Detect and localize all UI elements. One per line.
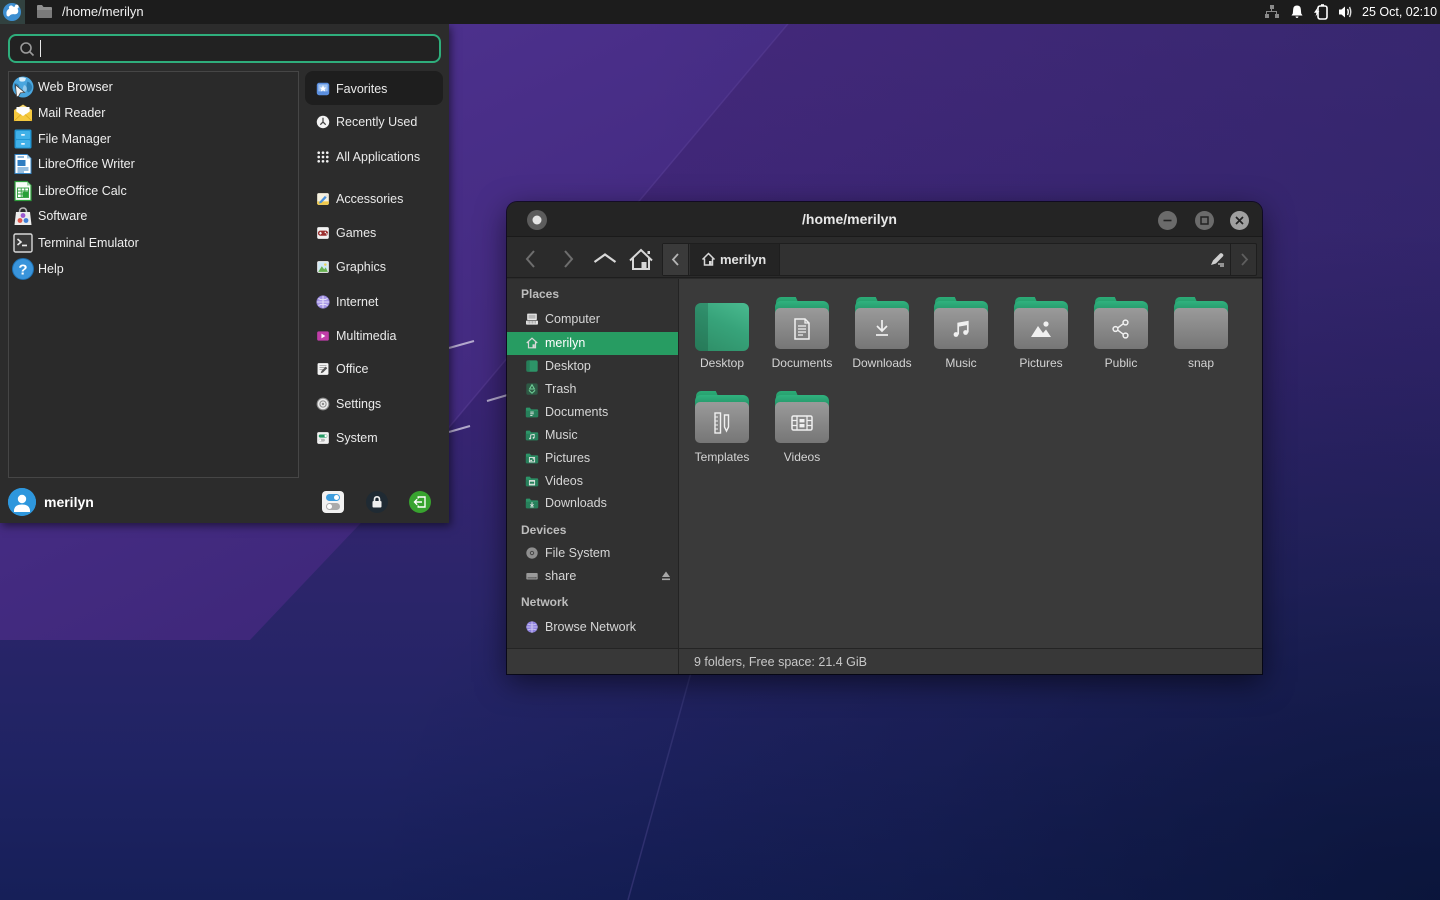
svg-text:?: ? — [18, 262, 27, 279]
